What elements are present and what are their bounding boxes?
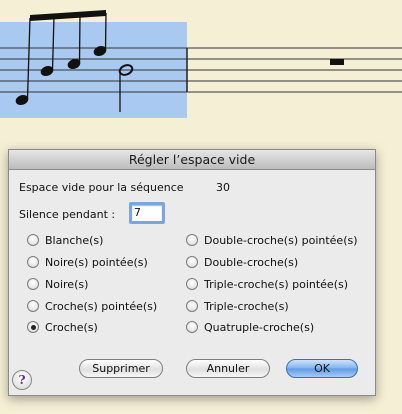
radio-circle[interactable] [186,278,198,290]
radio-label: Double-croche(s) pointée(s) [204,233,358,247]
set-empty-space-dialog: Régler l’espace vide Espace vide pour la… [8,149,376,396]
radio-triple-croche-pointee[interactable]: Triple-croche(s) pointée(s) [186,277,348,291]
radio-circle[interactable] [186,234,198,246]
radio-circle[interactable] [27,300,39,312]
radio-circle[interactable] [27,278,39,290]
radio-label: Triple-croche(s) [204,299,289,313]
silence-label: Silence pendant : [19,208,116,221]
whole-rest [330,59,344,65]
radio-blanche[interactable]: Blanche(s) [27,233,103,247]
empty-space-value: 30 [216,181,230,194]
radio-circle[interactable] [27,256,39,268]
radio-circle[interactable] [186,321,198,333]
radio-label: Double-croche(s) [204,255,299,269]
radio-circle[interactable] [186,300,198,312]
delete-button[interactable]: Supprimer [79,359,163,378]
radio-label: Quatruple-croche(s) [204,320,315,334]
radio-noire-pointee[interactable]: Noire(s) pointée(s) [27,255,148,269]
radio-croche-pointee[interactable]: Croche(s) pointée(s) [27,299,157,313]
radio-label: Noire(s) pointée(s) [45,255,148,269]
dialog-title: Régler l’espace vide [9,150,375,170]
radio-circle[interactable] [27,234,39,246]
radio-circle[interactable] [186,256,198,268]
radio-triple-croche[interactable]: Triple-croche(s) [186,299,289,313]
radio-label: Blanche(s) [45,233,104,247]
radio-label: Croche(s) pointée(s) [45,299,158,313]
radio-double-croche[interactable]: Double-croche(s) [186,255,298,269]
radio-circle-selected[interactable] [27,321,39,333]
radio-selected-dot [30,324,36,330]
radio-double-croche-pointee[interactable]: Double-croche(s) pointée(s) [186,233,358,247]
silence-input[interactable]: 7 [129,202,165,224]
help-icon[interactable]: ? [12,370,32,390]
radio-croche[interactable]: Croche(s) [27,320,98,334]
radio-quatruple-croche[interactable]: Quatruple-croche(s) [186,320,314,334]
cancel-button[interactable]: Annuler [186,359,270,378]
ok-button[interactable]: OK [286,359,358,378]
radio-label: Noire(s) [45,277,89,291]
radio-label: Triple-croche(s) pointée(s) [204,277,349,291]
radio-noire[interactable]: Noire(s) [27,277,88,291]
music-score [0,10,402,118]
radio-label: Croche(s) [45,320,98,334]
empty-space-label: Espace vide pour la séquence [19,181,184,194]
